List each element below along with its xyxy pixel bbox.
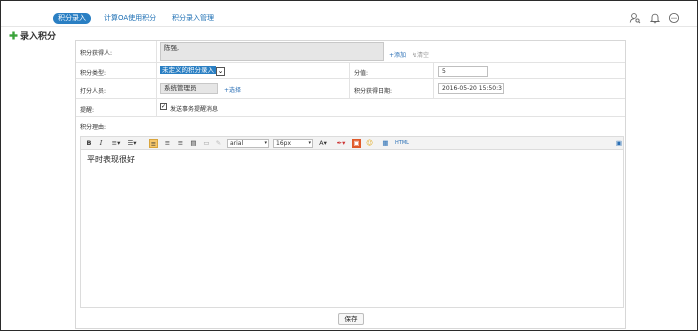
recipient-field[interactable]: 陈强, — [160, 42, 384, 61]
bell-icon[interactable] — [649, 12, 661, 24]
row-recipient: 积分获得人: 陈强, +添加 ↯清空 — [76, 41, 625, 63]
chevron-down-icon: ⌄ — [216, 67, 225, 76]
emoji-icon[interactable]: ☺ — [365, 139, 374, 148]
highlight-color-icon[interactable]: ✒▾ — [334, 139, 348, 148]
editor-content: 平时表现很好 — [87, 155, 135, 164]
tab-calc-oa-score[interactable]: 计算OA使用积分 — [104, 13, 156, 24]
row-type-score: 积分类型: 未定义的积分录入 ⌄ 分值: 5 — [76, 63, 625, 79]
choose-scorer-link[interactable]: +选择 — [224, 85, 241, 94]
reason-label: 积分理由: — [80, 124, 107, 131]
eraser-icon[interactable]: ✎ — [214, 139, 223, 148]
align-right-icon[interactable]: ≡ — [176, 139, 185, 148]
scorer-field: 系统管理员 — [160, 83, 218, 94]
horizontal-rule-icon[interactable]: ▭ — [202, 139, 211, 148]
align-justify-icon[interactable]: ▤ — [189, 139, 198, 148]
chevron-down-icon: ▾ — [264, 140, 267, 146]
html-source-button[interactable]: HTML — [394, 139, 410, 148]
row-remind: 提醒: ✓ 发送事务提醒消息 — [76, 99, 625, 117]
remind-checkbox-label: 发送事务提醒消息 — [170, 106, 219, 113]
save-button[interactable]: 保存 — [338, 313, 364, 325]
clear-recipient-link[interactable]: ↯清空 — [412, 50, 429, 59]
row-reason: 积分理由: — [76, 117, 625, 133]
recipient-label: 积分获得人: — [80, 50, 113, 57]
unordered-list-icon[interactable]: ☰▾ — [125, 139, 139, 148]
font-family-select[interactable]: arial ▾ — [227, 139, 269, 148]
font-color-icon[interactable]: A▾ — [317, 139, 329, 148]
ordered-list-icon[interactable]: ≡▾ — [109, 139, 123, 148]
chevron-down-icon: ▾ — [308, 140, 311, 146]
section-title: 录入积分 — [9, 29, 56, 42]
scorer-label: 打分人员: — [80, 88, 107, 95]
score-entry-form: 积分获得人: 陈强, +添加 ↯清空 积分类型: 未定义的积分录入 ⌄ 分值: 5… — [75, 40, 626, 329]
date-input[interactable]: 2016-05-20 15:50:3 — [438, 83, 504, 94]
align-left-icon[interactable]: ≡ — [149, 139, 158, 148]
remind-label: 提醒: — [80, 107, 95, 114]
font-family-value: arial — [230, 140, 244, 147]
editor-body[interactable]: 平时表现很好 — [80, 150, 624, 308]
row-scorer-date: 打分人员: 系统管理员 +选择 积分获得日期: 2016-05-20 15:50… — [76, 79, 625, 99]
top-nav-bar: 积分录入 计算OA使用积分 积分录入管理 — [1, 1, 697, 27]
score-label: 分值: — [354, 70, 369, 77]
user-search-icon[interactable] — [629, 12, 641, 24]
fullscreen-icon[interactable]: ▣ — [615, 139, 623, 148]
image-icon[interactable]: ▣ — [352, 139, 361, 148]
tab-score-entry-manage[interactable]: 积分录入管理 — [172, 13, 214, 24]
remind-checkbox[interactable]: ✓ — [160, 103, 167, 110]
date-label: 积分获得日期: — [354, 88, 393, 95]
add-recipient-link[interactable]: +添加 — [389, 50, 406, 59]
font-size-value: 16px — [276, 140, 291, 147]
font-size-select[interactable]: 16px ▾ — [273, 139, 313, 148]
type-label: 积分类型: — [80, 70, 107, 77]
score-input[interactable]: 5 — [438, 66, 488, 77]
chat-icon[interactable] — [668, 12, 680, 24]
section-title-text: 录入积分 — [20, 32, 57, 42]
align-center-icon[interactable]: ≡ — [163, 139, 172, 148]
tab-score-entry[interactable]: 积分录入 — [53, 13, 91, 24]
type-select[interactable]: 未定义的积分录入 ⌄ — [160, 65, 225, 76]
bold-button[interactable]: B — [85, 139, 93, 148]
table-icon[interactable]: ▦ — [381, 139, 390, 148]
editor-toolbar: B I ≡▾ ☰▾ ≡ ≡ ≡ ▤ ▭ ✎ arial ▾ 16px ▾ A▾ ✒▾… — [80, 136, 624, 150]
italic-button[interactable]: I — [97, 139, 105, 148]
plus-icon — [9, 31, 18, 40]
type-select-value: 未定义的积分录入 — [160, 66, 216, 74]
